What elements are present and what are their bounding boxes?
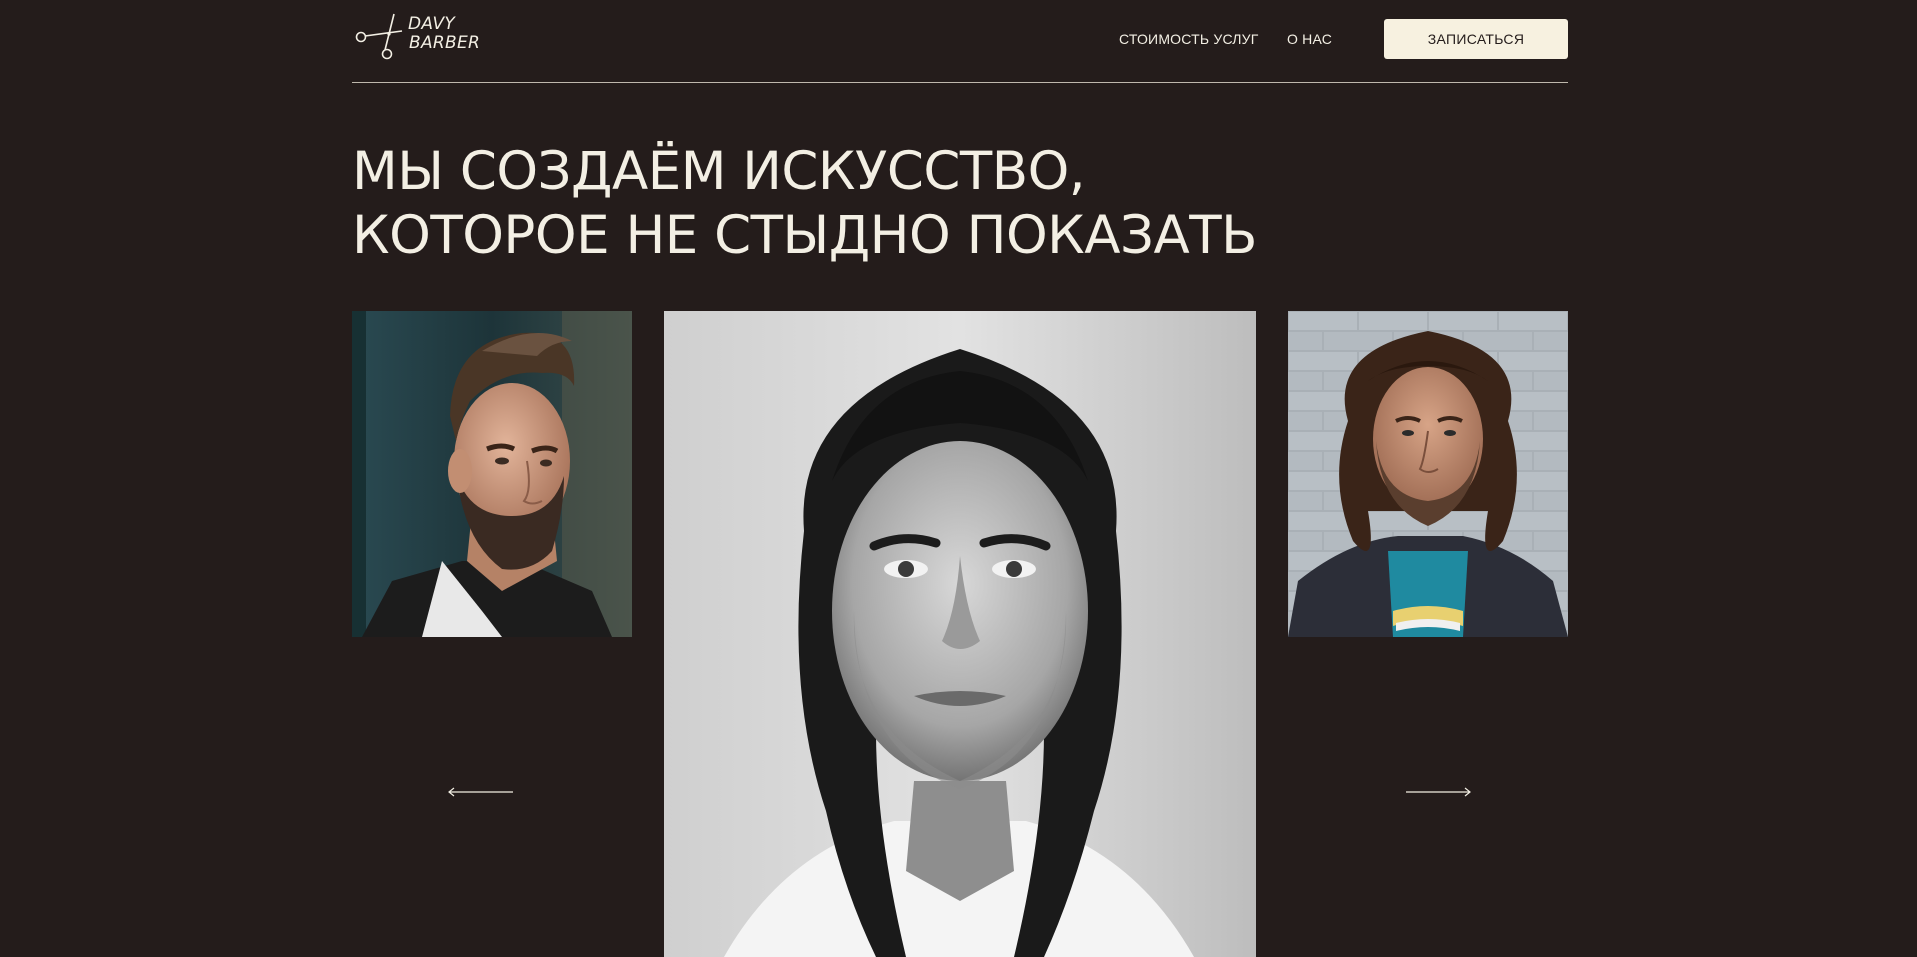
scissors-icon xyxy=(355,13,403,60)
hero-title-line2: КОТОРОЕ НЕ СТЫДНО ПОКАЗАТЬ xyxy=(352,205,1258,266)
arrow-right-icon xyxy=(1406,787,1471,797)
portrait-right xyxy=(1288,311,1568,637)
nav-link-about[interactable]: О НАС xyxy=(1287,31,1332,48)
portrait-center xyxy=(664,311,1256,957)
gallery-next-button[interactable] xyxy=(1405,782,1471,802)
site-header: DAVY BARBER СТОИМОСТЬ УСЛУГ О НАС ЗАПИСА… xyxy=(352,0,1568,83)
hero-title: МЫ СОЗДАЁМ ИСКУССТВО, КОТОРОЕ НЕ СТЫДНО … xyxy=(352,140,1258,268)
logo-text-line1: DAVY xyxy=(408,14,456,34)
gallery-prev-button[interactable] xyxy=(448,782,514,802)
nav-link-services[interactable]: СТОИМОСТЬ УСЛУГ xyxy=(1119,31,1259,48)
arrow-left-icon xyxy=(448,787,513,797)
portrait-left xyxy=(352,311,632,637)
logo[interactable]: DAVY BARBER xyxy=(352,12,482,62)
hero-title-line1: МЫ СОЗДАЁМ ИСКУССТВО, xyxy=(352,141,1086,202)
logo-text-line2: BARBER xyxy=(409,33,481,53)
book-button[interactable]: ЗАПИСАТЬСЯ xyxy=(1384,19,1568,59)
